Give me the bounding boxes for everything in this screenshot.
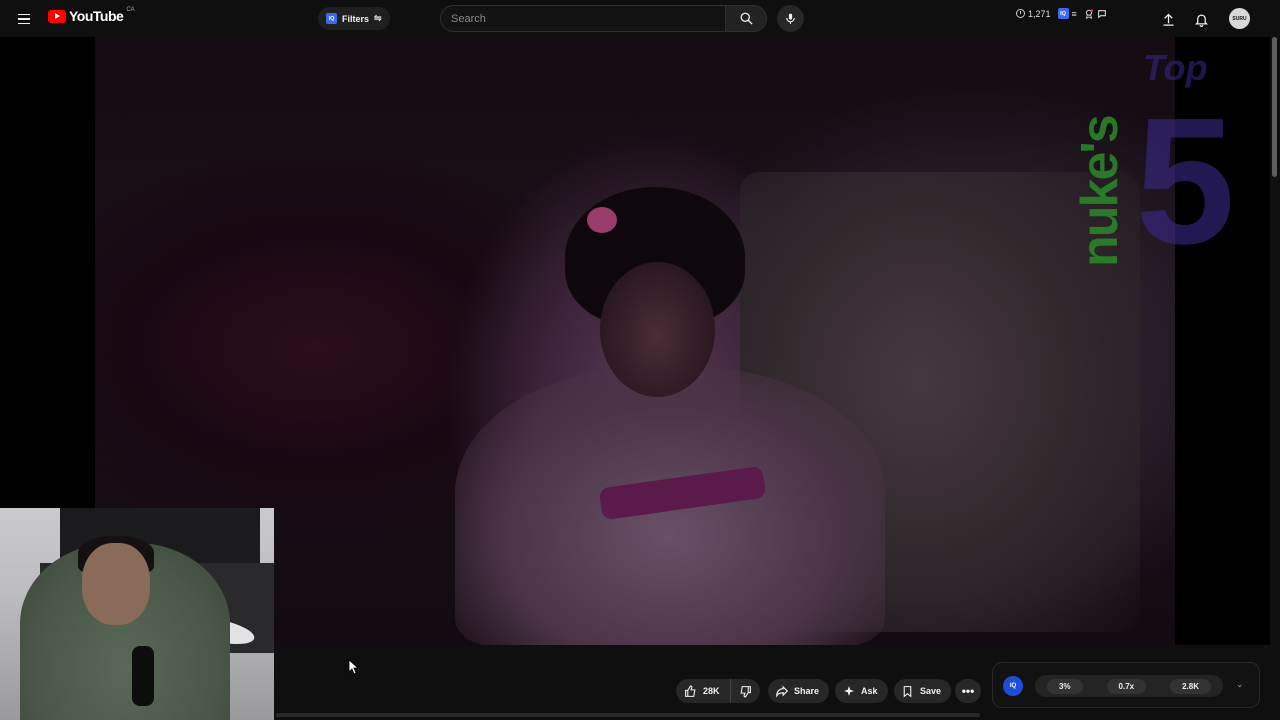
share-button[interactable]: Share bbox=[768, 679, 830, 703]
logo-text: YouTube bbox=[69, 8, 124, 24]
scrollbar-thumb[interactable] bbox=[1272, 37, 1277, 177]
stats-bar: 3% 0.7x 2.8K bbox=[1035, 675, 1223, 697]
avatar[interactable]: SURU bbox=[1229, 8, 1250, 29]
microphone-icon bbox=[786, 13, 795, 24]
badge-icon bbox=[1085, 8, 1093, 19]
clock-icon bbox=[1016, 9, 1025, 18]
stat-percent[interactable]: 3% bbox=[1046, 678, 1083, 694]
more-actions-button[interactable]: ••• bbox=[955, 679, 981, 703]
share-icon bbox=[776, 685, 789, 698]
youtube-logo[interactable]: YouTube CA bbox=[48, 7, 135, 24]
thumbs-down-icon bbox=[740, 685, 751, 697]
more-icon: ••• bbox=[961, 684, 975, 698]
filters-button[interactable]: IQ Filters ⇋ bbox=[318, 7, 390, 30]
menu-icon[interactable] bbox=[12, 7, 36, 31]
chevron-down-icon[interactable]: ⌄ bbox=[1236, 679, 1244, 690]
description-divider bbox=[276, 713, 980, 717]
extension-toolbar: 1,271 IQ ≡ bbox=[1016, 8, 1107, 19]
page-scrollbar[interactable] bbox=[1271, 37, 1277, 720]
iq-extension-icon: IQ bbox=[326, 13, 337, 24]
list-icon: ≡ bbox=[1071, 8, 1077, 19]
bell-icon bbox=[1194, 14, 1208, 27]
notifications-button[interactable] bbox=[1190, 8, 1212, 30]
sliders-icon: ⇋ bbox=[374, 13, 382, 23]
stats-extension-panel: IQ 3% 0.7x 2.8K ⌄ bbox=[992, 662, 1260, 708]
stat-count[interactable]: 2.8K bbox=[1170, 678, 1211, 694]
video-doll-flower-shape bbox=[587, 207, 617, 233]
iq-extension-icon: IQ bbox=[1057, 8, 1069, 19]
iq-extension-menu[interactable]: IQ ≡ bbox=[1057, 8, 1077, 19]
save-label: Save bbox=[920, 686, 942, 696]
thumbs-up-icon bbox=[685, 685, 696, 697]
search-input[interactable] bbox=[451, 12, 715, 25]
webcam-microphone bbox=[132, 646, 154, 706]
bookmark-icon bbox=[903, 685, 912, 698]
voice-search-button[interactable] bbox=[777, 5, 804, 32]
sparkle-icon bbox=[844, 686, 854, 696]
top-bar: YouTube CA IQ Filters ⇋ 1,271 IQ ≡ SURU bbox=[0, 0, 1280, 37]
upload-icon bbox=[1163, 13, 1173, 26]
filters-label: Filters bbox=[342, 13, 370, 24]
search-button[interactable] bbox=[725, 5, 767, 32]
webcam-overlay bbox=[0, 508, 274, 720]
search-icon bbox=[740, 12, 753, 25]
chat-bubble-icon bbox=[1097, 9, 1106, 18]
create-button[interactable] bbox=[1157, 8, 1179, 30]
webcam-head bbox=[82, 543, 150, 625]
country-code: CA bbox=[126, 7, 135, 13]
dislike-button[interactable] bbox=[731, 679, 760, 703]
like-dislike-group: 28K bbox=[676, 679, 760, 703]
search-field[interactable] bbox=[440, 5, 725, 32]
mouse-pointer-icon bbox=[348, 659, 358, 675]
video-doll-head-shape bbox=[600, 262, 715, 397]
video-overlay-channel: nuke's bbox=[1071, 116, 1129, 267]
stat-ratio[interactable]: 0.7x bbox=[1106, 678, 1147, 694]
play-logo-icon bbox=[48, 9, 66, 23]
extension-buttons[interactable] bbox=[1084, 8, 1107, 19]
ask-label: Ask bbox=[861, 686, 878, 696]
iq-extension-icon[interactable]: IQ bbox=[1003, 676, 1023, 696]
ask-button[interactable]: Ask bbox=[835, 679, 888, 703]
like-count: 28K bbox=[703, 686, 720, 696]
watch-time-counter[interactable]: 1,271 bbox=[1016, 9, 1051, 19]
video-overlay-number: 5 bbox=[1135, 81, 1236, 282]
like-button[interactable]: 28K bbox=[676, 679, 731, 703]
watch-count: 1,271 bbox=[1028, 8, 1051, 19]
save-button[interactable]: Save bbox=[894, 679, 952, 703]
share-label: Share bbox=[794, 686, 820, 696]
